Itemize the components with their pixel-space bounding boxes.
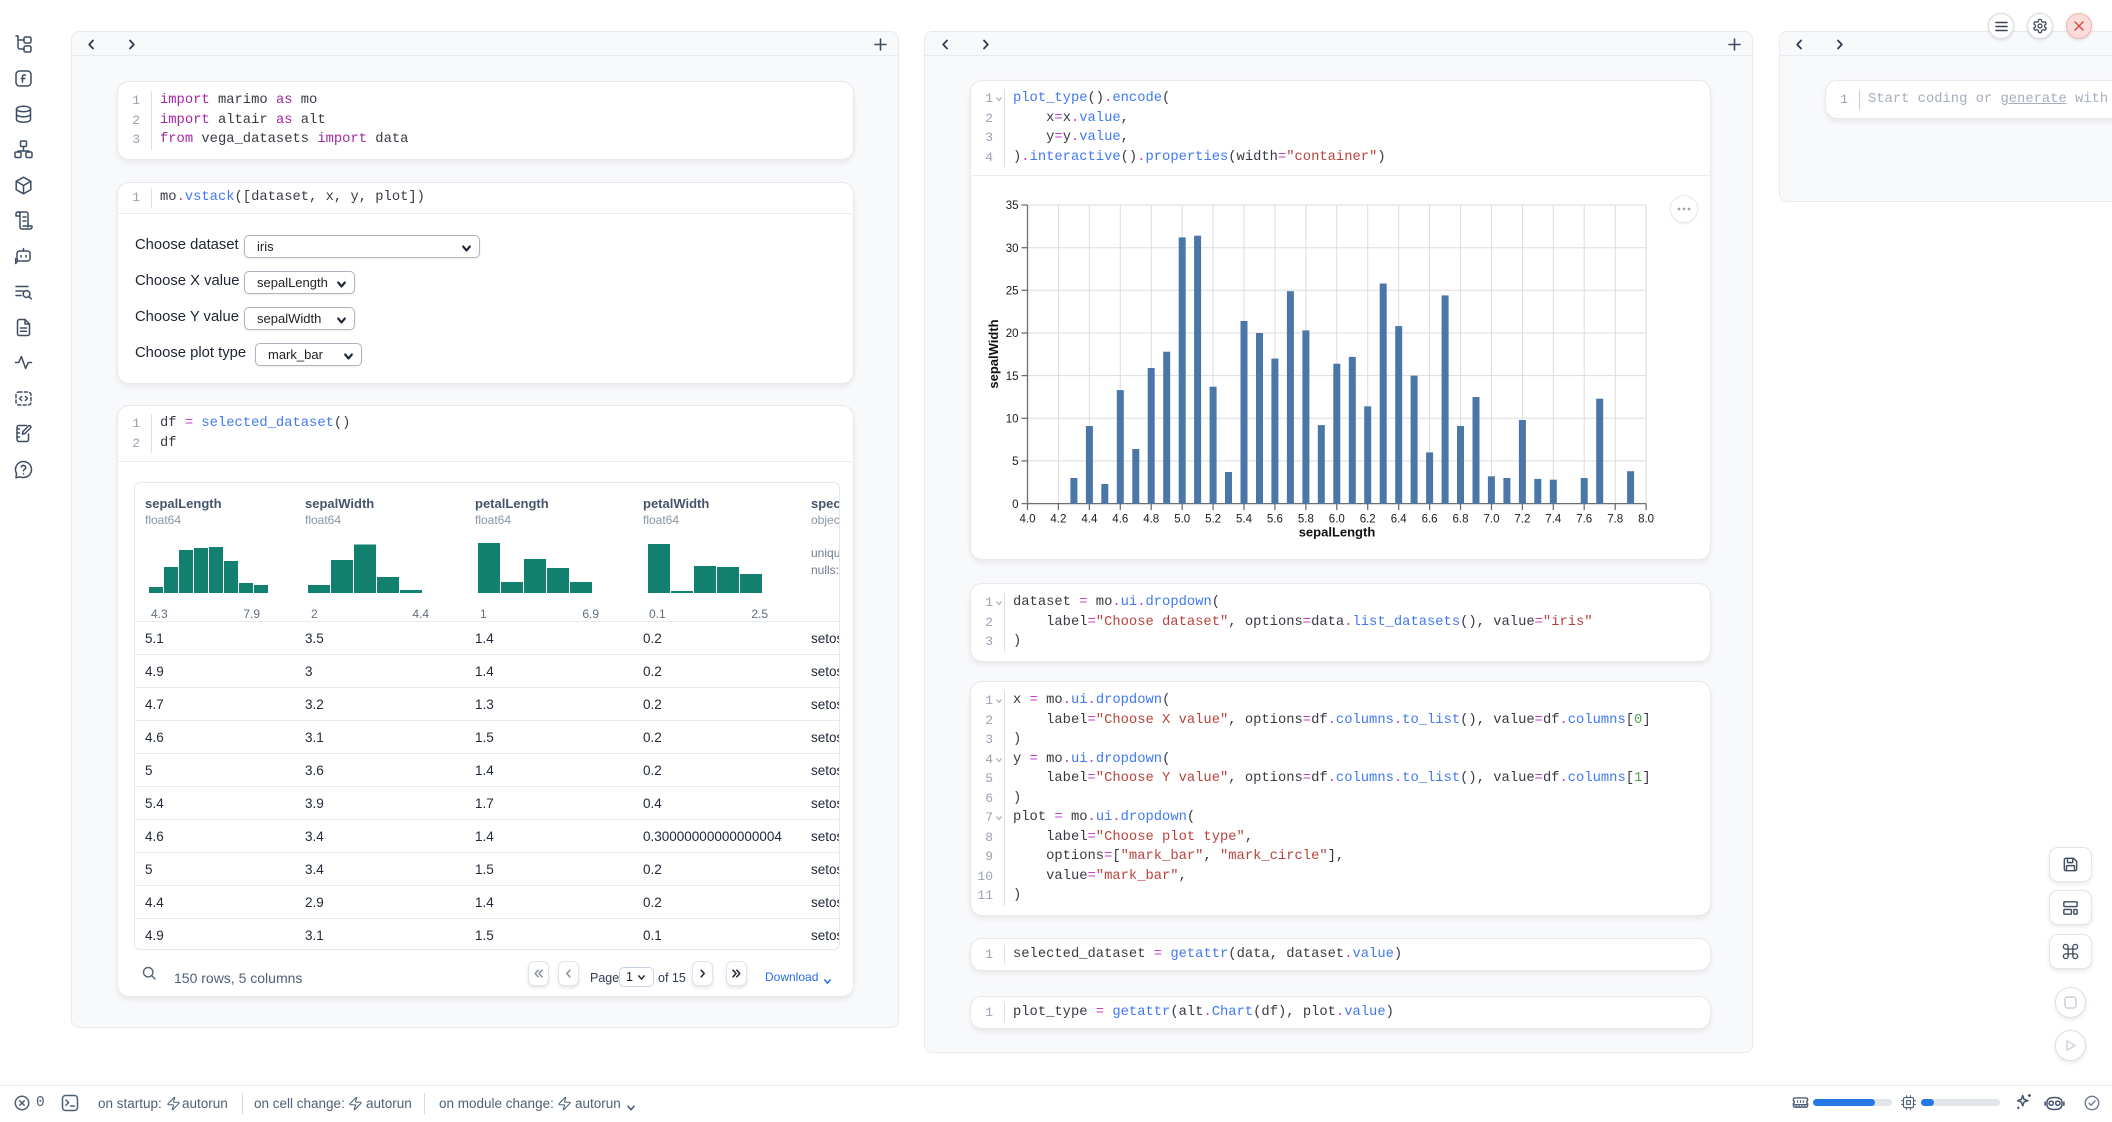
svg-text:15: 15 [1006,371,1019,383]
svg-text:5.0: 5.0 [1174,514,1190,526]
svg-text:5.2: 5.2 [1205,514,1221,526]
svg-text:5.4: 5.4 [1236,514,1253,526]
svg-text:4.6: 4.6 [1112,514,1128,526]
svg-text:sepalLength: sepalLength [1299,525,1376,540]
svg-text:25: 25 [1006,286,1019,298]
svg-text:0: 0 [1012,499,1018,511]
svg-text:6.4: 6.4 [1391,514,1408,526]
svg-text:7.0: 7.0 [1484,514,1500,526]
svg-text:4.2: 4.2 [1050,514,1066,526]
svg-text:4.0: 4.0 [1020,514,1036,526]
svg-text:10: 10 [1006,414,1019,426]
svg-text:6.6: 6.6 [1422,514,1438,526]
svg-text:20: 20 [1006,328,1019,340]
svg-text:5.6: 5.6 [1267,514,1283,526]
svg-text:7.6: 7.6 [1576,514,1592,526]
svg-text:4.4: 4.4 [1081,514,1098,526]
svg-text:4.8: 4.8 [1143,514,1159,526]
svg-text:8.0: 8.0 [1638,514,1654,526]
svg-text:5: 5 [1012,456,1018,468]
svg-text:7.2: 7.2 [1514,514,1530,526]
svg-text:7.4: 7.4 [1545,514,1562,526]
svg-text:35: 35 [1006,200,1019,212]
svg-text:6.8: 6.8 [1453,514,1469,526]
svg-text:7.8: 7.8 [1607,514,1623,526]
svg-text:30: 30 [1006,243,1019,255]
svg-text:sepalWidth: sepalWidth [986,319,1001,388]
